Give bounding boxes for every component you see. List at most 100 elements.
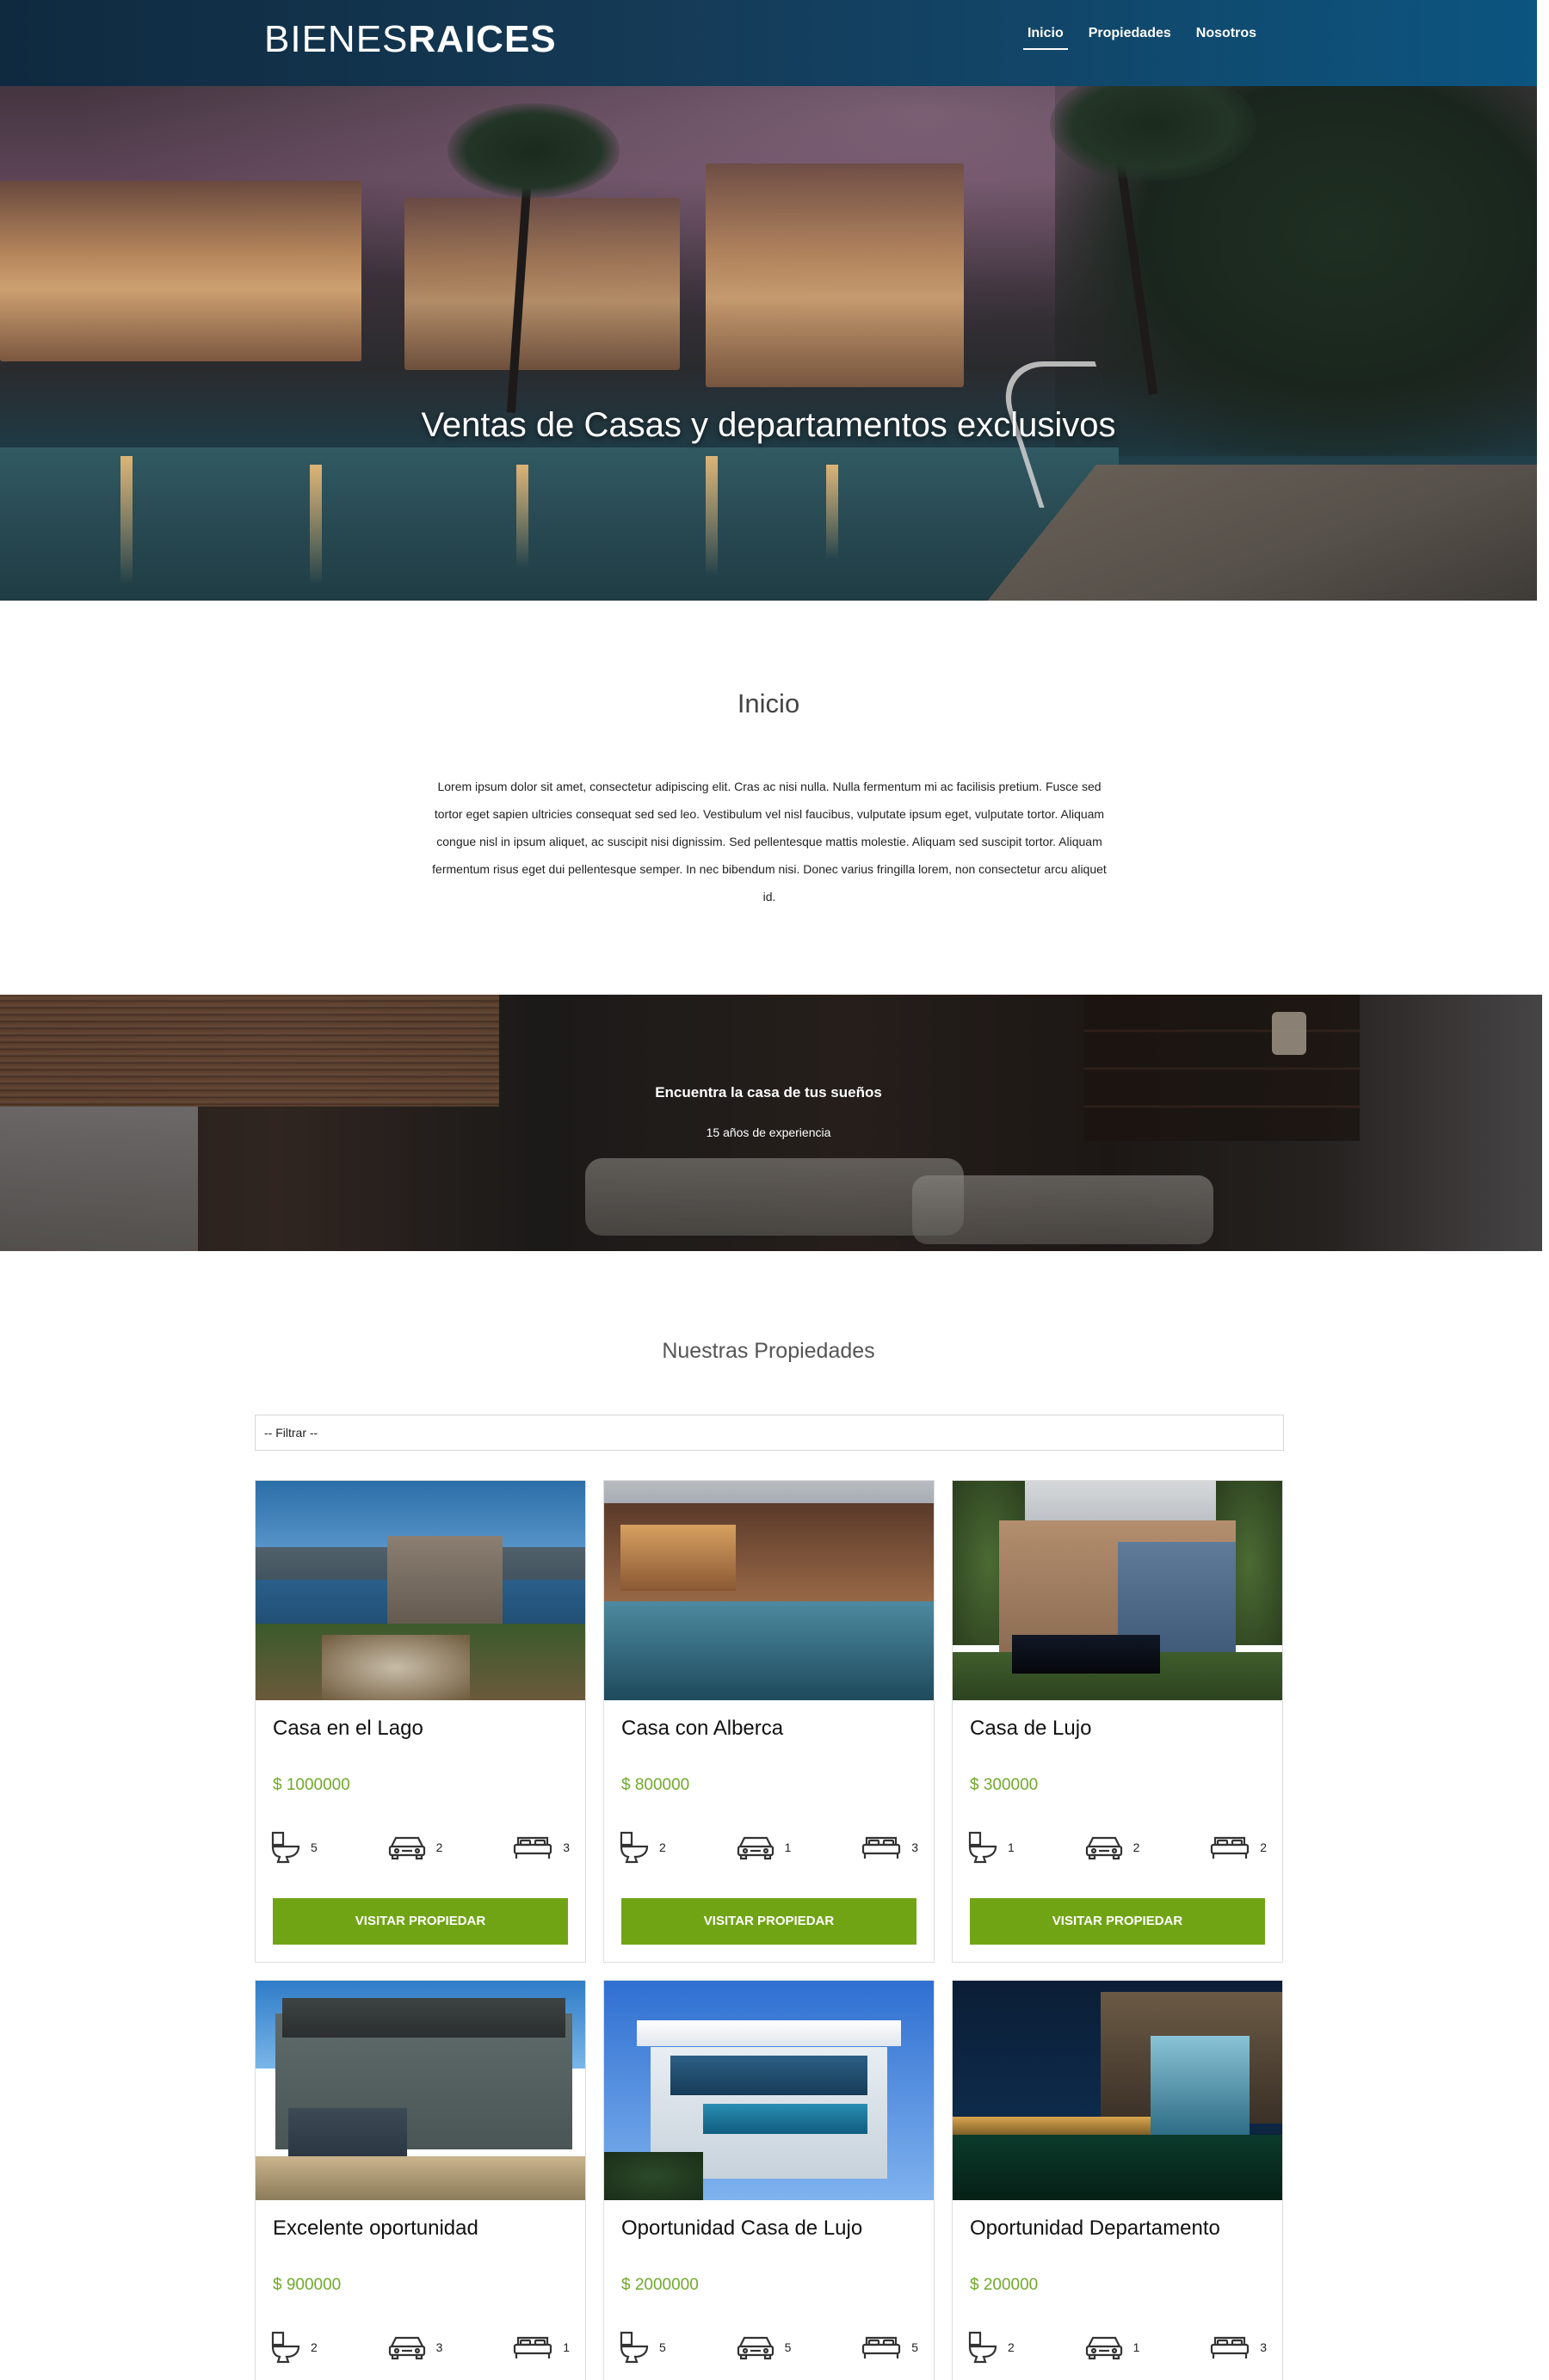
car-icon (1085, 2334, 1123, 2360)
property-card: Oportunidad Departamento $ 200000 2 1 3 (952, 1980, 1283, 2380)
photo-layer (953, 2134, 1282, 2200)
site-header: BIENESRAICES Inicio Propiedades Nosotros (0, 0, 1537, 86)
filter-select-value: -- Filtrar -- (264, 1426, 318, 1440)
intro-paragraph: Lorem ipsum dolor sit amet, consectetur … (432, 780, 1107, 903)
visit-property-button[interactable]: VISITAR PROPIEDAR (273, 1898, 568, 1945)
bed-icon (861, 2334, 901, 2360)
photo-layer (1011, 1634, 1161, 1674)
hero-resort-building-right (706, 163, 964, 387)
hero-pool (0, 447, 1119, 601)
feature-baths: 1 (968, 1831, 1015, 1864)
property-title: Excelente oportunidad (273, 2217, 478, 2240)
feature-parking-value: 5 (784, 2340, 792, 2354)
property-photo-modern-house[interactable] (604, 1981, 934, 2200)
feature-baths: 2 (620, 1831, 666, 1864)
properties-grid: Casa en el Lago $ 1000000 5 2 3 VISITAR … (255, 1480, 1284, 2380)
property-title: Casa con Alberca (621, 1717, 784, 1740)
toilet-icon (271, 2331, 300, 2364)
section-title-propiedades: Nuestras Propiedades (662, 1339, 875, 1363)
feature-beds-value: 5 (911, 2340, 918, 2354)
feature-beds-value: 3 (563, 1840, 570, 1854)
dream-house-banner: Encuentra la casa de tus sueños 15 años … (0, 995, 1542, 1251)
photo-layer (256, 2156, 585, 2200)
feature-baths-value: 1 (1008, 1840, 1015, 1854)
property-photo-blue-house[interactable] (256, 1981, 585, 2200)
hero-light-reflection (516, 465, 528, 568)
property-price: $ 2000000 (621, 2276, 699, 2294)
feature-baths-value: 5 (311, 1840, 318, 1854)
photo-layer (288, 2107, 408, 2156)
property-photo-brick-house[interactable] (953, 1481, 1282, 1700)
feature-baths-value: 5 (659, 2340, 666, 2354)
feature-beds: 3 (1210, 2331, 1267, 2364)
toilet-icon (620, 2331, 649, 2364)
property-photo-pool-house[interactable] (604, 1481, 934, 1700)
visit-property-button[interactable]: VISITAR PROPIEDAR (621, 1898, 916, 1945)
feature-parking: 5 (737, 2331, 792, 2364)
feature-parking-value: 1 (1132, 2340, 1140, 2354)
site-logo[interactable]: BIENESRAICES (264, 17, 557, 62)
feature-baths: 5 (271, 1831, 318, 1864)
property-title: Oportunidad Casa de Lujo (621, 2217, 863, 2240)
feature-parking-value: 2 (1132, 1840, 1140, 1854)
feature-parking: 3 (388, 2331, 443, 2364)
nav-link-propiedades[interactable]: Propiedades (1089, 26, 1171, 50)
feature-beds: 2 (1210, 1831, 1267, 1864)
car-icon (737, 2334, 774, 2360)
visit-property-button[interactable]: VISITAR PROPIEDAR (970, 1898, 1265, 1945)
feature-beds-value: 3 (1260, 2340, 1267, 2354)
property-price: $ 200000 (970, 2276, 1039, 2294)
banner-subtitle: 15 años de experiencia (706, 1125, 831, 1139)
property-card: Casa en el Lago $ 1000000 5 2 3 VISITAR … (255, 1480, 586, 1963)
feature-beds: 3 (513, 1831, 570, 1864)
logo-text-light: BIENES (264, 18, 409, 60)
main-nav: Inicio Propiedades Nosotros (1022, 26, 1256, 50)
nav-link-nosotros[interactable]: Nosotros (1196, 26, 1256, 50)
feature-parking: 2 (388, 1831, 442, 1864)
property-price: $ 1000000 (273, 1776, 350, 1794)
property-card: Casa con Alberca $ 800000 2 1 3 VISITAR … (603, 1480, 935, 1963)
photo-layer (620, 1525, 737, 1591)
property-photo-night-apartment[interactable] (953, 1981, 1282, 2200)
hero-light-reflection (120, 456, 133, 585)
feature-baths-value: 2 (659, 1840, 666, 1854)
photo-layer (1150, 2035, 1250, 2135)
feature-parking-value: 1 (784, 1840, 792, 1854)
filter-select[interactable]: -- Filtrar -- (255, 1415, 1284, 1451)
bed-icon (861, 1834, 901, 1860)
photo-layer (321, 1634, 470, 1700)
feature-baths: 2 (271, 2331, 318, 2364)
bed-icon (1210, 1834, 1250, 1860)
photo-layer (637, 2019, 901, 2047)
feature-parking: 1 (1085, 2331, 1140, 2364)
car-icon (388, 1834, 426, 1860)
feature-baths-value: 2 (311, 2340, 318, 2354)
feature-parking-value: 3 (435, 2340, 443, 2354)
property-features: 2 1 3 (620, 1831, 918, 1864)
hero-title: Ventas de Casas y departamentos exclusiv… (421, 406, 1116, 444)
car-icon (388, 2334, 426, 2360)
bed-icon (1210, 2334, 1250, 2360)
property-photo-lake-house[interactable] (256, 1481, 585, 1700)
photo-layer (281, 1998, 565, 2038)
feature-beds-value: 3 (911, 1840, 918, 1854)
toilet-icon (968, 2331, 997, 2364)
hero-light-reflection (826, 465, 838, 559)
property-features: 5 5 5 (620, 2331, 918, 2364)
property-card: Excelente oportunidad $ 900000 2 3 1 (255, 1980, 586, 2380)
feature-beds: 3 (861, 1831, 918, 1864)
property-features: 1 2 2 (968, 1831, 1267, 1864)
feature-parking: 2 (1085, 1831, 1140, 1864)
property-card: Oportunidad Casa de Lujo $ 2000000 5 5 5 (603, 1980, 935, 2380)
photo-layer (702, 2103, 868, 2135)
toilet-icon (620, 1831, 649, 1864)
feature-baths: 5 (620, 2331, 666, 2364)
car-icon (737, 1834, 774, 1860)
hero-image: Ventas de Casas y departamentos exclusiv… (0, 86, 1537, 601)
nav-link-inicio[interactable]: Inicio (1022, 26, 1068, 50)
feature-beds-value: 1 (563, 2340, 570, 2354)
property-title: Casa de Lujo (970, 1717, 1092, 1740)
bed-icon (513, 2334, 552, 2360)
feature-beds: 1 (513, 2331, 570, 2364)
property-title: Casa en el Lago (273, 1717, 423, 1740)
